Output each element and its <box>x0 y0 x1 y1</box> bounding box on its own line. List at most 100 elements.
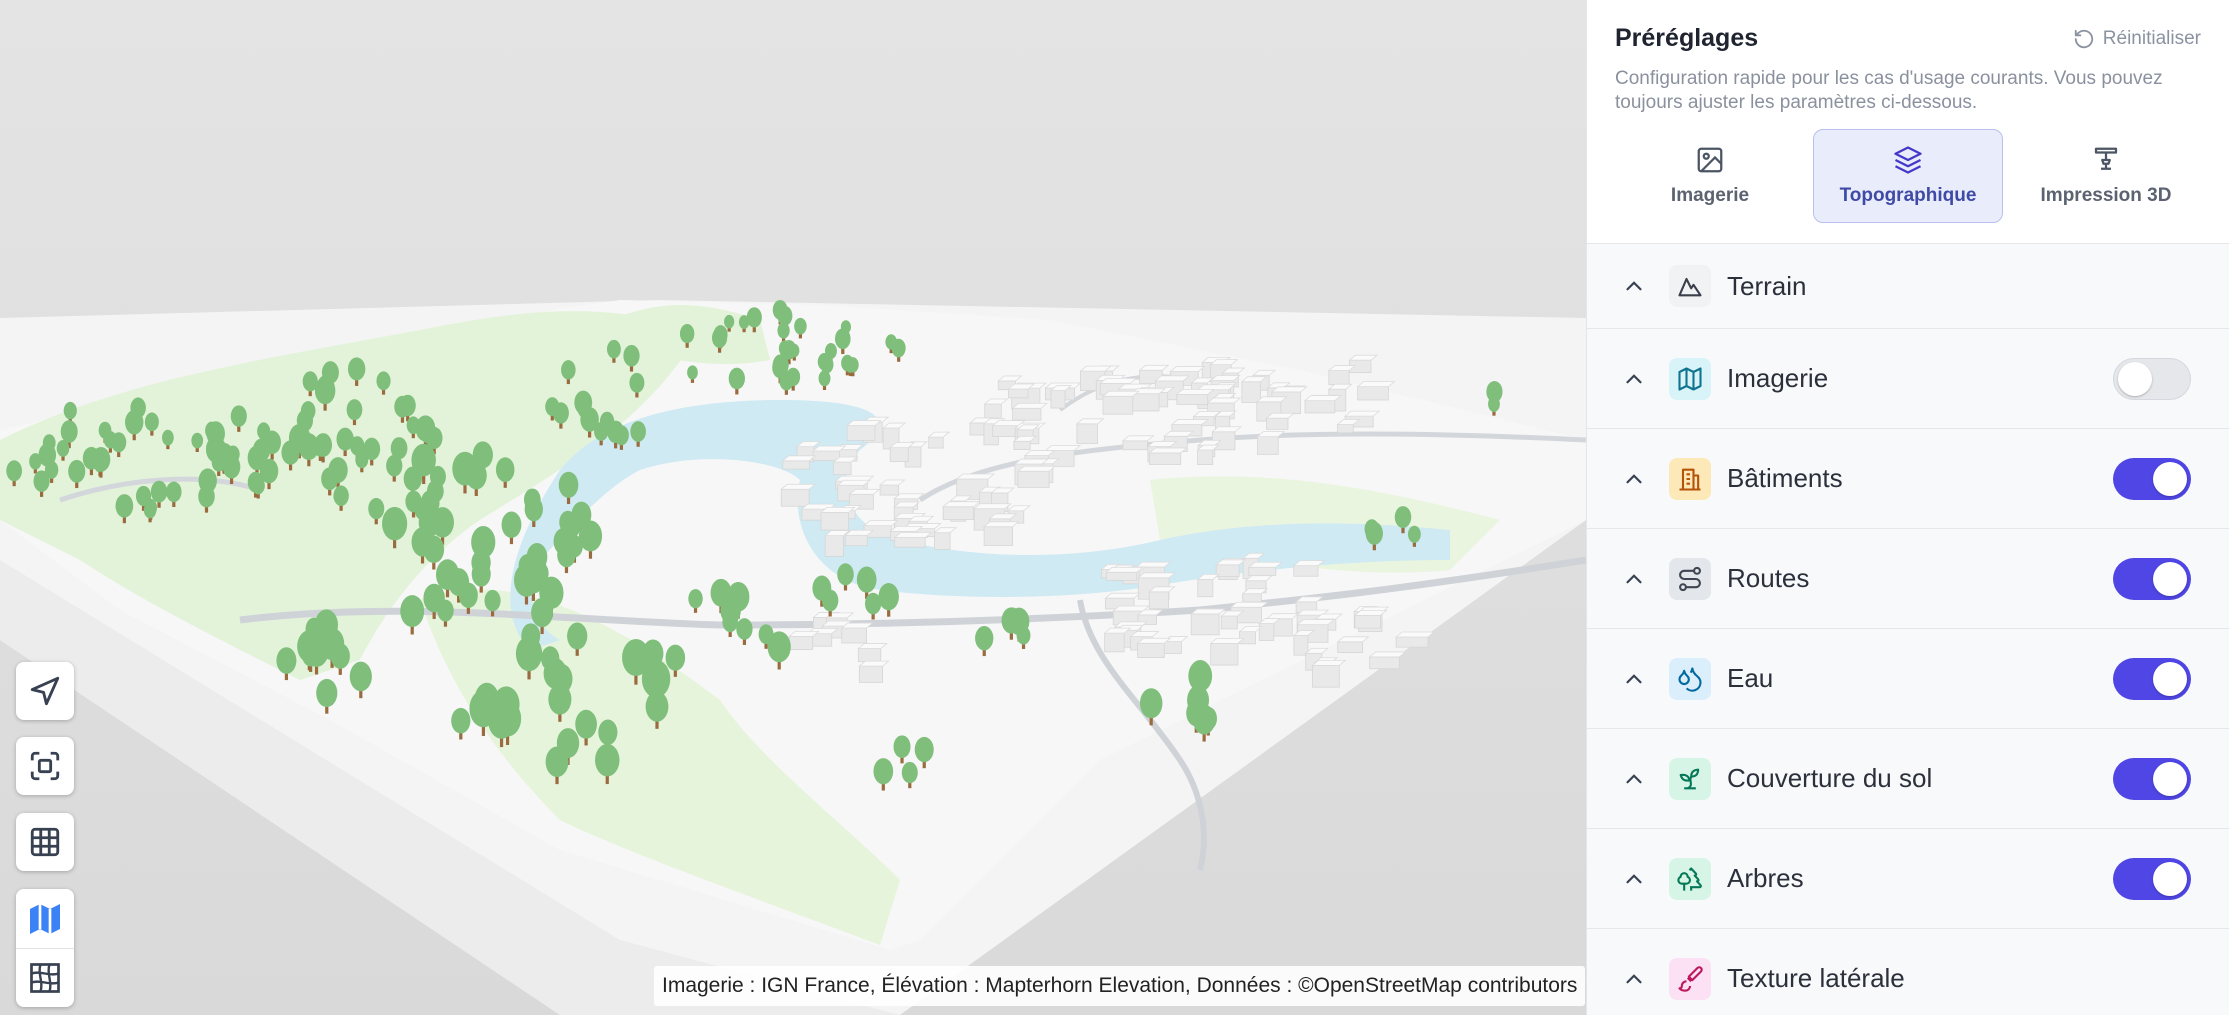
toggle-knob <box>2153 461 2187 496</box>
building-wall <box>1357 386 1389 401</box>
building-roof <box>1247 561 1283 568</box>
grid-button[interactable] <box>16 813 74 871</box>
building-wall <box>1190 613 1220 636</box>
tree-canopy <box>606 339 621 359</box>
building-wall <box>788 636 814 651</box>
building-roof <box>1099 377 1138 384</box>
fit-bounds-icon <box>30 751 60 781</box>
building-roof <box>1311 659 1347 666</box>
layer-couverture-du-sol[interactable]: Couverture du sol <box>1587 729 2229 829</box>
terrain-3d-scene[interactable] <box>0 0 1586 1015</box>
reset-button[interactable]: Réinitialiser <box>2073 28 2201 50</box>
tree-canopy <box>33 470 50 492</box>
tree-canopy <box>330 643 350 669</box>
chevron-up-icon[interactable] <box>1621 566 1647 592</box>
layer-imagerie[interactable]: Imagerie <box>1587 329 2229 429</box>
building-wall <box>846 425 876 441</box>
building-wall <box>1122 440 1148 451</box>
tree-canopy <box>495 457 515 483</box>
mesh-view-button[interactable] <box>16 948 74 1007</box>
building-wall <box>1102 395 1134 415</box>
imagerie-toggle[interactable] <box>2113 357 2191 400</box>
layer-label: Routes <box>1727 563 1810 593</box>
building-wall <box>1148 591 1169 610</box>
tree-canopy <box>820 355 834 374</box>
tree-canopy <box>545 746 569 777</box>
layer-batiments[interactable]: Bâtiments <box>1587 429 2229 529</box>
map-view-button[interactable] <box>16 889 74 948</box>
tree-canopy <box>484 589 501 612</box>
building-roof <box>1209 637 1246 644</box>
tree-canopy <box>777 322 790 339</box>
tree-canopy <box>767 631 791 663</box>
preset-label: Topographique <box>1839 185 1977 206</box>
couverture-du-sol-toggle[interactable] <box>2113 757 2191 800</box>
routes-toggle[interactable] <box>2113 557 2191 600</box>
chevron-up-icon[interactable] <box>1621 966 1647 992</box>
tree-canopy <box>29 453 42 470</box>
droplets-icon <box>1678 666 1702 692</box>
preset-topographique[interactable]: Topographique <box>1813 129 2003 223</box>
toggle-knob <box>2153 561 2187 596</box>
building-wall <box>1354 614 1381 629</box>
building-roof <box>1190 608 1227 615</box>
building-roof <box>1175 388 1215 395</box>
tree-canopy <box>150 480 168 503</box>
layer-texture-laterale[interactable]: Texture latérale <box>1587 929 2229 1015</box>
toggle-knob <box>2153 661 2187 696</box>
tree-canopy <box>598 719 618 746</box>
layer-label: Arbres <box>1727 863 1804 893</box>
mountain-icon <box>1678 277 1702 297</box>
tree-canopy <box>901 761 918 784</box>
chevron-up-icon[interactable] <box>1621 666 1647 692</box>
chevron-up-icon[interactable] <box>1621 766 1647 792</box>
building-wall <box>894 537 926 548</box>
preset-label: Impression 3D <box>2040 185 2172 206</box>
tree-canopy <box>724 314 735 329</box>
layer-label: Texture latérale <box>1727 963 1905 993</box>
building-roof <box>1011 402 1049 409</box>
map-viewport[interactable]: Imagerie : IGN France, Élévation : Mapte… <box>0 0 1586 1015</box>
tree-canopy <box>166 481 182 503</box>
building-roof <box>1013 458 1050 465</box>
building-wall <box>812 450 840 462</box>
tree-canopy <box>557 542 576 568</box>
tree-canopy <box>431 507 454 538</box>
layer-icon-box <box>1669 265 1711 307</box>
tree-canopy <box>161 429 174 446</box>
layer-eau[interactable]: Eau <box>1587 629 2229 729</box>
tree-canopy <box>779 371 794 391</box>
chevron-up-icon[interactable] <box>1621 366 1647 392</box>
layer-label: Bâtiments <box>1727 463 1843 493</box>
tree-canopy <box>394 395 411 418</box>
building-roof <box>1105 566 1144 573</box>
preset-imagerie[interactable]: Imagerie <box>1615 129 1805 223</box>
tree-canopy <box>914 736 934 763</box>
building-wall <box>1105 571 1138 581</box>
layer-icon-box <box>1669 757 1711 800</box>
arbres-toggle[interactable] <box>2113 857 2191 900</box>
tree-canopy <box>458 582 478 608</box>
layer-terrain[interactable]: Terrain <box>1587 244 2229 329</box>
layer-arbres[interactable]: Arbres <box>1587 829 2229 929</box>
chevron-up-icon[interactable] <box>1621 866 1647 892</box>
chevron-up-icon[interactable] <box>1621 273 1647 299</box>
building <box>1148 447 1188 465</box>
chevron-up-icon[interactable] <box>1621 466 1647 492</box>
preset-impression-3d[interactable]: Impression 3D <box>2011 129 2201 223</box>
batiments-toggle[interactable] <box>2113 457 2191 500</box>
layer-routes[interactable]: Routes <box>1587 529 2229 629</box>
building-wall <box>841 627 867 644</box>
building-wall <box>1257 436 1279 455</box>
fit-bounds-button[interactable] <box>16 737 74 795</box>
building-wall <box>858 665 883 683</box>
building-wall <box>844 534 868 547</box>
eau-toggle[interactable] <box>2113 657 2191 700</box>
building-wall <box>1076 423 1098 444</box>
tree-canopy <box>679 324 695 344</box>
tree-canopy <box>613 425 629 446</box>
tree-canopy <box>1488 396 1500 412</box>
navigate-button[interactable] <box>16 662 74 720</box>
tree-canopy <box>386 454 403 477</box>
building-roof <box>1104 592 1142 599</box>
